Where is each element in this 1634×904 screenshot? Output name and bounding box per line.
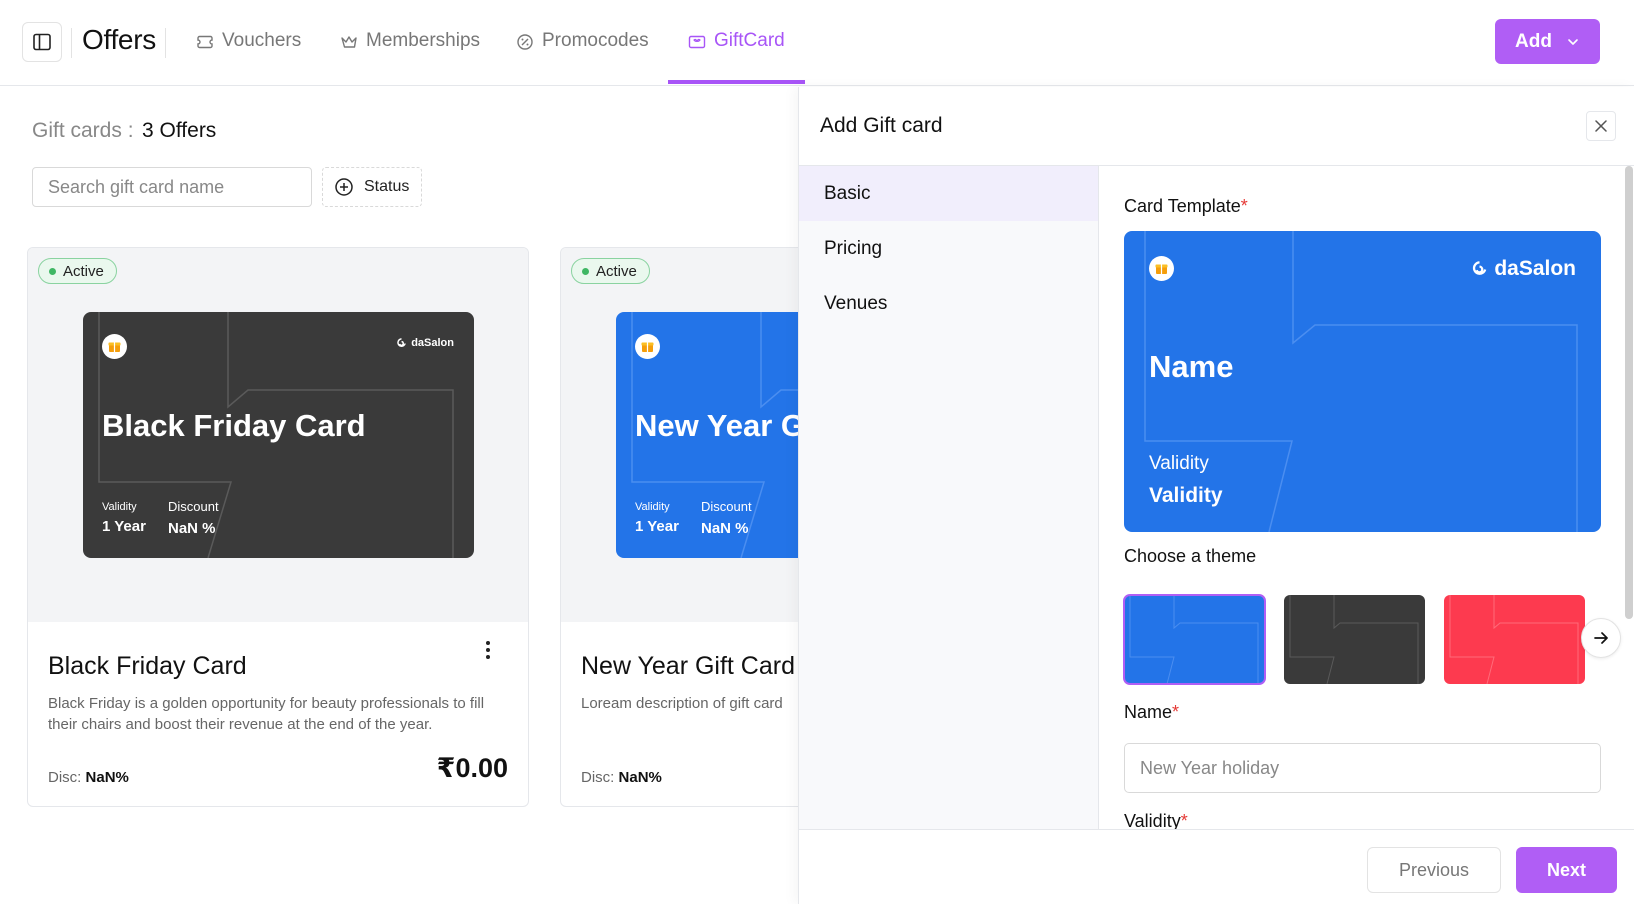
basic-form: Card Template* daSalon Name Validity Val… xyxy=(1100,166,1634,829)
tab-label: Vouchers xyxy=(222,30,302,51)
scrollbar[interactable] xyxy=(1625,166,1633,619)
tab-label: Promocodes xyxy=(542,30,649,51)
validity-label: Validity xyxy=(102,501,137,513)
card-decoration xyxy=(1289,595,1419,684)
validity-value: 1 Year xyxy=(102,518,146,535)
search-input[interactable] xyxy=(32,167,312,207)
choose-theme-label: Choose a theme xyxy=(1124,546,1257,566)
tab-label: GiftCard xyxy=(714,30,785,51)
discount-value: NaN % xyxy=(701,520,749,537)
offers-count: 3 Offers xyxy=(142,119,217,142)
more-options-icon[interactable] xyxy=(483,638,493,662)
discount-label: Discount xyxy=(168,499,219,514)
card-preview-area: Active daSalon Black Friday Card Validit… xyxy=(28,248,528,622)
card-template-preview: daSalon Name Validity Validity xyxy=(1124,231,1601,532)
add-button[interactable]: Add xyxy=(1495,19,1600,64)
validity-value: 1 Year xyxy=(635,518,679,535)
brand-logo: daSalon xyxy=(396,337,454,349)
top-bar: Offers Vouchers Memberships Promocodes G… xyxy=(0,0,1634,86)
gift-logo-icon xyxy=(635,334,660,359)
brand-logo: daSalon xyxy=(1471,257,1576,281)
name-input[interactable] xyxy=(1124,743,1601,793)
gift-card-item[interactable]: Active daSalon Black Friday Card Validit… xyxy=(27,247,529,807)
disc-value: NaN% xyxy=(618,769,662,786)
gift-cards-label: Gift cards : xyxy=(32,119,134,142)
theme-option-blue[interactable] xyxy=(1123,594,1266,685)
dasalon-logo-icon xyxy=(397,337,407,347)
divider xyxy=(165,28,166,58)
gift-logo-icon xyxy=(1149,256,1174,281)
status-filter-button[interactable]: Status xyxy=(322,167,422,207)
tab-label: Memberships xyxy=(366,30,481,51)
card-template-label: Card Template* xyxy=(1124,196,1248,216)
status-dot xyxy=(49,267,56,275)
template-validity-label: Validity xyxy=(1149,453,1209,474)
card-discount: Disc: NaN% xyxy=(48,769,129,786)
theme-next-button[interactable] xyxy=(1581,618,1621,658)
card-decoration xyxy=(1449,595,1579,684)
theme-option-dark[interactable] xyxy=(1284,595,1425,684)
disc-label: Disc: xyxy=(48,769,82,786)
gift-card-preview: daSalon Black Friday Card Validity 1 Yea… xyxy=(83,312,474,558)
status-filter-label: Status xyxy=(364,178,410,195)
add-gift-card-panel: Add Gift card Basic Pricing Venues Card … xyxy=(798,87,1634,904)
next-button[interactable]: Next xyxy=(1516,847,1617,893)
arrow-right-icon xyxy=(1594,632,1608,644)
step-basic[interactable]: Basic xyxy=(799,166,1098,221)
status-badge: Active xyxy=(571,258,650,284)
divider xyxy=(71,28,72,58)
panel-header: Add Gift card xyxy=(799,87,1634,166)
discount-value: NaN % xyxy=(168,520,216,537)
panel-footer: Previous Next xyxy=(799,829,1634,904)
step-pricing[interactable]: Pricing xyxy=(799,221,1098,276)
add-button-label: Add xyxy=(1515,30,1552,52)
tab-promocodes[interactable]: Promocodes xyxy=(516,30,649,86)
step-venues[interactable]: Venues xyxy=(799,276,1098,331)
card-preview-title: Black Friday Card xyxy=(102,408,366,443)
dasalon-logo-icon xyxy=(1473,260,1487,275)
active-tab-indicator xyxy=(668,80,805,84)
ticket-icon xyxy=(197,35,213,49)
card-title: New Year Gift Card xyxy=(581,652,795,680)
card-price: ₹0.00 xyxy=(436,753,508,783)
card-description: Black Friday is a golden opportunity for… xyxy=(48,695,485,733)
theme-option-red[interactable] xyxy=(1444,595,1585,684)
brand-name: daSalon xyxy=(1494,257,1576,280)
sidebar-toggle-button[interactable] xyxy=(22,22,62,62)
card-title: Black Friday Card xyxy=(48,652,247,680)
card-discount: Disc: NaN% xyxy=(581,769,662,786)
status-badge-label: Active xyxy=(63,262,104,280)
template-validity-value: Validity xyxy=(1149,484,1223,507)
gift-card-list-area: Gift cards : 3 Offers Status Active daSa… xyxy=(0,87,1062,904)
status-dot xyxy=(582,267,589,275)
close-button[interactable] xyxy=(1586,111,1616,141)
sidebar-icon xyxy=(33,33,51,51)
discount-label: Discount xyxy=(701,499,752,514)
status-badge: Active xyxy=(38,258,117,284)
name-label: Name* xyxy=(1124,702,1180,722)
chevron-down-icon xyxy=(1568,38,1578,45)
gift-logo-icon xyxy=(102,334,127,359)
validity-label: Validity xyxy=(635,501,670,513)
validity-label: Validity* xyxy=(1124,811,1188,829)
gift-card-icon xyxy=(688,35,706,49)
tab-giftcard[interactable]: GiftCard xyxy=(688,30,785,86)
step-nav: Basic Pricing Venues xyxy=(799,166,1099,829)
status-badge-label: Active xyxy=(596,262,637,280)
disc-label: Disc: xyxy=(581,769,615,786)
page-title: Offers xyxy=(82,24,156,55)
card-decoration xyxy=(1129,595,1259,684)
template-name: Name xyxy=(1149,349,1234,384)
close-icon xyxy=(1595,120,1607,132)
tab-memberships[interactable]: Memberships xyxy=(340,30,480,86)
plus-circle-icon xyxy=(335,178,353,196)
previous-button[interactable]: Previous xyxy=(1367,847,1501,893)
panel-title: Add Gift card xyxy=(820,114,943,137)
crown-icon xyxy=(341,36,357,48)
disc-value: NaN% xyxy=(85,769,129,786)
tab-vouchers[interactable]: Vouchers xyxy=(196,30,301,86)
percent-badge-icon xyxy=(517,34,533,50)
brand-name: daSalon xyxy=(411,337,454,349)
